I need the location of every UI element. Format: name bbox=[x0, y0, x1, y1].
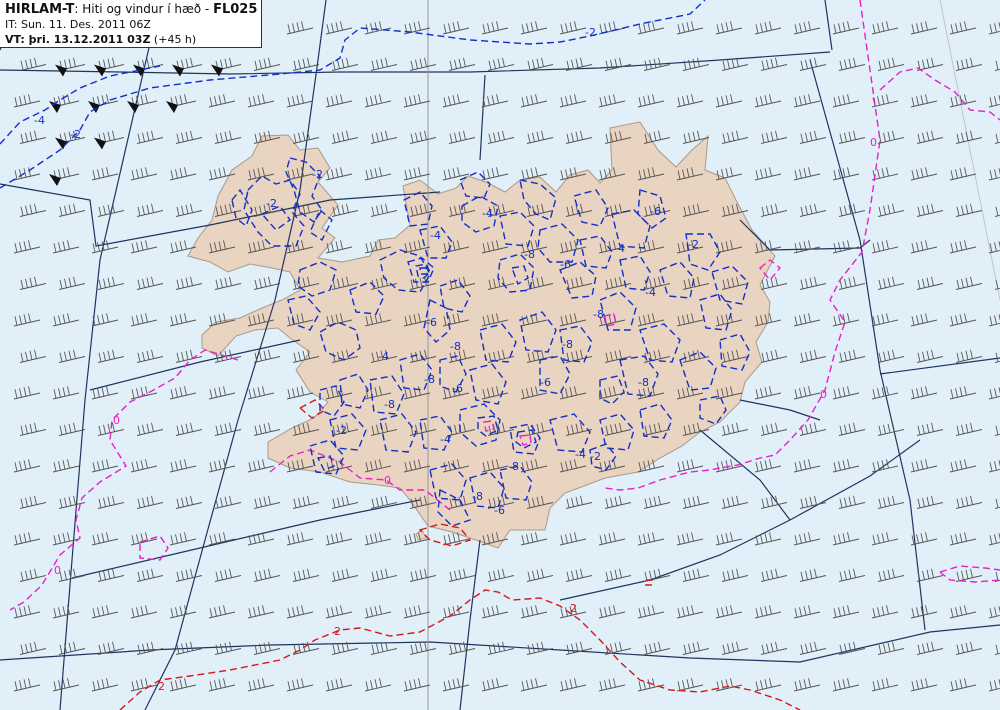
contour-label-minus4: -4 bbox=[34, 114, 45, 127]
valid-time-line: VT: þri. 13.12.2011 03Z (+45 h) bbox=[5, 32, 261, 47]
contour-label-minus6: -6 bbox=[650, 205, 661, 218]
contour-label-plus2: 2 bbox=[570, 602, 577, 615]
contour-label-minus8: -8 bbox=[508, 460, 519, 473]
field-description: : Hiti og vindur í hæð - bbox=[74, 2, 214, 16]
contour-label-minus2: -2 bbox=[70, 128, 81, 141]
contour-label-zero: 0 bbox=[384, 474, 391, 487]
contour-label-zero: 0 bbox=[870, 136, 877, 149]
contour-label-minus4: -4 bbox=[575, 448, 586, 461]
forecast-hour: (+45 h) bbox=[150, 33, 197, 46]
forecast-map: -2 -4 -2 -2 -2 -4 -4 -8 -6 -4 -6 -2 -4 -… bbox=[0, 0, 1000, 710]
valid-time: þri. 13.12.2011 03Z bbox=[28, 33, 151, 46]
contour-label-minus2: -2 bbox=[590, 450, 601, 463]
contour-label-minus8: -8 bbox=[638, 376, 649, 389]
contour-label-zero: 0 bbox=[820, 388, 827, 401]
contour-label-minus6: -6 bbox=[560, 258, 571, 271]
legend-title-line: HIRLAM-T: Hiti og vindur í hæð - FL025 bbox=[5, 2, 261, 17]
contour-label-minus8: -8 bbox=[424, 373, 435, 386]
contour-label-minus6: -6 bbox=[452, 382, 463, 395]
flight-level: FL025 bbox=[213, 2, 258, 17]
contour-label-zero: 0 bbox=[113, 414, 120, 427]
contour-label-minus2: -2 bbox=[266, 197, 277, 210]
contour-label-minus8: -8 bbox=[524, 248, 535, 261]
map-legend: HIRLAM-T: Hiti og vindur í hæð - FL025 I… bbox=[0, 0, 262, 48]
contour-label-minus2: -2 bbox=[312, 168, 323, 181]
contour-label-minus2: -2 bbox=[336, 424, 347, 437]
valid-prefix: VT: bbox=[5, 33, 29, 46]
contour-label-minus2: -2 bbox=[585, 26, 596, 39]
contour-label-minus8: -8 bbox=[562, 338, 573, 351]
contour-label-minus8: -8 bbox=[450, 340, 461, 353]
contour-label-minus8: -8 bbox=[472, 490, 483, 503]
contour-label-minus8: -8 bbox=[384, 398, 395, 411]
contour-label-minus6: -6 bbox=[540, 376, 551, 389]
contour-label-plus2: 2 bbox=[334, 625, 341, 638]
contour-label-minus4: -4 bbox=[440, 433, 451, 446]
contour-label-minus4: -4 bbox=[378, 350, 389, 363]
contour-label-minus4: -4 bbox=[645, 286, 656, 299]
contour-label-minus6: -6 bbox=[494, 504, 505, 517]
model-name: HIRLAM-T bbox=[5, 2, 75, 17]
contour-label-minus8: -8 bbox=[593, 308, 604, 321]
contour-label-minus6: -6 bbox=[426, 316, 437, 329]
contour-label-minus2: -2 bbox=[688, 238, 699, 251]
contour-label-minus4: -4 bbox=[430, 229, 441, 242]
contour-label-plus2: 2 bbox=[158, 680, 165, 693]
contour-label-zero: 0 bbox=[54, 564, 61, 577]
contour-label-minus4: -4 bbox=[614, 242, 625, 255]
contour-label-minus4: -4 bbox=[482, 207, 493, 220]
init-time: IT: Sun. 11. Des. 2011 06Z bbox=[5, 18, 151, 31]
